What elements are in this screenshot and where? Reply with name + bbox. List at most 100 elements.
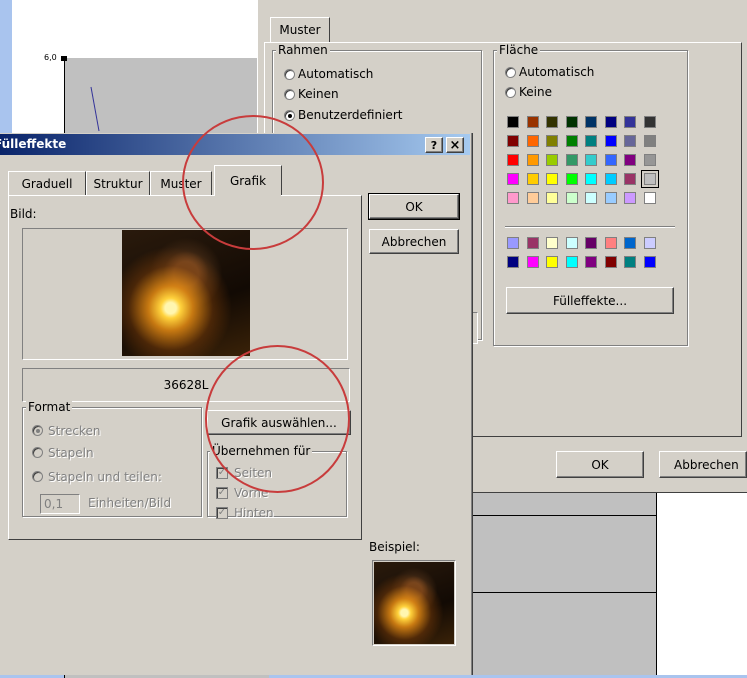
sample-preview (374, 562, 454, 644)
palette-swatch[interactable] (605, 192, 617, 204)
chart-palette-swatch[interactable] (566, 237, 578, 249)
format-ok-button[interactable]: OK (556, 451, 644, 478)
palette-swatch[interactable] (546, 192, 558, 204)
chart-gridline (470, 592, 656, 593)
chart-area-right (657, 482, 747, 675)
rahmen-automatisch-label: Automatisch (298, 67, 374, 81)
apply-hinten-checkbox[interactable]: ✓ (216, 507, 228, 519)
chart-line (90, 86, 100, 132)
chart-palette-swatch[interactable] (527, 256, 539, 268)
palette-swatch[interactable] (507, 135, 519, 147)
palette-swatch[interactable] (585, 173, 597, 185)
apply-vorne-checkbox[interactable]: ✓ (216, 487, 228, 499)
chart-palette-swatch[interactable] (605, 237, 617, 249)
sample-label: Beispiel: (369, 540, 420, 554)
palette-swatch[interactable] (624, 116, 636, 128)
format-strecken-radio[interactable] (32, 425, 43, 436)
chart-palette-swatch[interactable] (507, 237, 519, 249)
rahmen-keinen-label: Keinen (298, 87, 339, 101)
palette-swatch[interactable] (507, 116, 519, 128)
format-stapeln-radio[interactable] (32, 447, 43, 458)
chart-palette-swatch[interactable] (527, 237, 539, 249)
chart-palette-swatch[interactable] (605, 256, 617, 268)
chart-palette-swatch[interactable] (644, 237, 656, 249)
palette-swatch[interactable] (527, 154, 539, 166)
palette-swatch[interactable] (585, 154, 597, 166)
y-axis-tick-label: 6,0 (44, 53, 57, 62)
palette-swatch[interactable] (527, 192, 539, 204)
fill-effects-button[interactable]: Fülleffekte... (506, 287, 674, 314)
chart-palette-swatch[interactable] (585, 256, 597, 268)
palette-swatch[interactable] (624, 173, 636, 185)
palette-swatch[interactable] (644, 135, 656, 147)
flaeche-keine-radio[interactable] (505, 87, 516, 98)
format-stapeln-label: Stapeln (48, 446, 94, 460)
palette-swatch[interactable] (546, 135, 558, 147)
chart-lower-plot (470, 482, 657, 675)
palette-swatch[interactable] (585, 116, 597, 128)
help-button[interactable]: ? (425, 137, 443, 153)
palette-swatch[interactable] (546, 173, 558, 185)
palette-swatch[interactable] (585, 135, 597, 147)
close-icon[interactable]: × (446, 137, 464, 153)
fill-cancel-button[interactable]: Abbrechen (369, 229, 459, 254)
rahmen-keinen-radio[interactable] (284, 89, 295, 100)
palette-swatch[interactable] (566, 116, 578, 128)
palette-swatch[interactable] (605, 154, 617, 166)
palette-swatch[interactable] (566, 173, 578, 185)
palette-swatch[interactable] (585, 192, 597, 204)
palette-swatch[interactable] (527, 116, 539, 128)
units-per-image-input[interactable]: 0,1 (40, 494, 80, 514)
palette-swatch[interactable] (566, 192, 578, 204)
format-strecken-label: Strecken (48, 424, 101, 438)
palette-swatch[interactable] (624, 154, 636, 166)
palette-swatch[interactable] (507, 173, 519, 185)
palette-swatch[interactable] (546, 154, 558, 166)
palette-swatch[interactable] (507, 154, 519, 166)
chart-palette-swatch[interactable] (507, 256, 519, 268)
rahmen-benutzerdefiniert-radio[interactable] (284, 110, 295, 121)
tab-struktur[interactable]: Struktur (86, 171, 150, 195)
units-per-image-value: 0,1 (44, 497, 64, 511)
palette-swatch[interactable] (644, 154, 656, 166)
palette-swatch[interactable] (624, 135, 636, 147)
chart-palette-swatch[interactable] (566, 256, 578, 268)
flaeche-group-label: Fläche (497, 43, 541, 57)
chart-palette-swatch[interactable] (624, 256, 636, 268)
palette-swatch[interactable] (605, 173, 617, 185)
format-cancel-button[interactable]: Abbrechen (659, 451, 747, 478)
rahmen-automatisch-radio[interactable] (284, 69, 295, 80)
palette-swatch[interactable] (566, 154, 578, 166)
palette-swatch[interactable] (507, 192, 519, 204)
y-axis-tick-marker (61, 56, 67, 61)
chart-palette-swatch[interactable] (585, 237, 597, 249)
chart-palette-swatch[interactable] (644, 256, 656, 268)
palette-swatch[interactable] (527, 173, 539, 185)
palette-swatch[interactable] (605, 116, 617, 128)
annotation-circle-grafik-tab (182, 115, 324, 250)
chart-palette-swatch[interactable] (546, 256, 558, 268)
annotation-circle-select-image (205, 345, 350, 493)
palette-swatch[interactable] (527, 135, 539, 147)
chart-palette-swatch[interactable] (624, 237, 636, 249)
tab-muster[interactable]: Muster (270, 17, 330, 42)
flaeche-automatisch-label: Automatisch (519, 65, 595, 79)
format-group-label: Format (26, 400, 73, 414)
chart-palette-swatch[interactable] (546, 237, 558, 249)
flaeche-keine-label: Keine (519, 85, 552, 99)
image-name: 36628L (163, 378, 209, 392)
palette-swatch[interactable] (641, 170, 659, 188)
rahmen-group-label: Rahmen (276, 43, 330, 57)
palette-swatch[interactable] (644, 192, 656, 204)
format-stapeln-teilen-radio[interactable] (32, 471, 43, 482)
palette-swatch[interactable] (644, 116, 656, 128)
fill-ok-button[interactable]: OK (368, 193, 460, 220)
apply-hinten-label: Hinten (234, 506, 274, 520)
palette-swatch[interactable] (566, 135, 578, 147)
palette-swatch[interactable] (546, 116, 558, 128)
palette-swatch[interactable] (605, 135, 617, 147)
flaeche-automatisch-radio[interactable] (505, 67, 516, 78)
tab-graduell[interactable]: Graduell (8, 171, 86, 195)
palette-swatch[interactable] (624, 192, 636, 204)
units-per-image-label: Einheiten/Bild (88, 496, 172, 510)
